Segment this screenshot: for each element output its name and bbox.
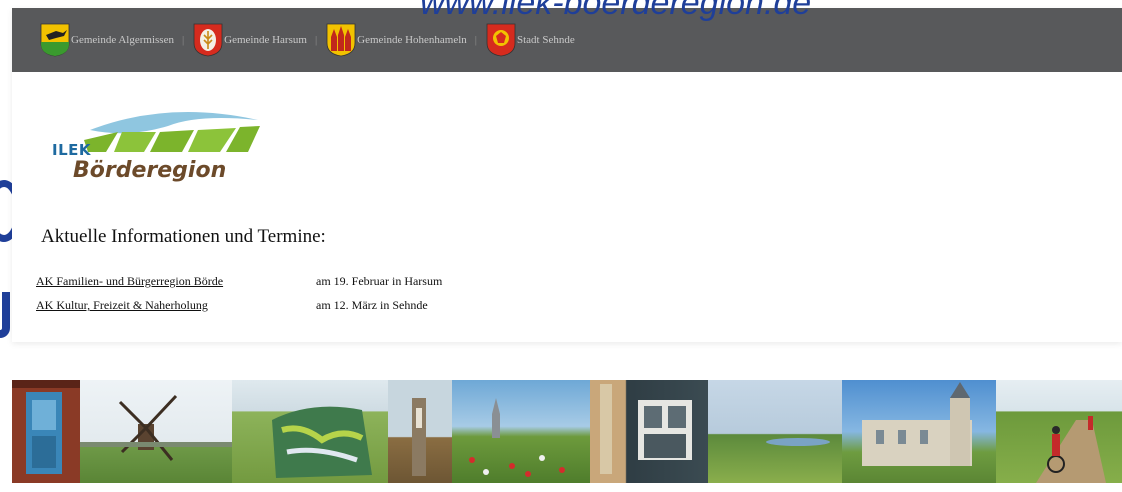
website-url-overlay: www.ilek-boerderegion.de xyxy=(420,0,812,22)
nav-separator: | xyxy=(181,34,185,46)
event-link-familien[interactable]: AK Familien- und Bürgerregion Börde xyxy=(36,274,223,289)
photo-gallery-strip xyxy=(12,380,1122,483)
algermissen-crest-icon xyxy=(40,23,70,57)
baroque-church-graphic xyxy=(862,382,972,466)
photo-wetland xyxy=(708,380,842,483)
ilek-logo[interactable]: ILEK Börderegion xyxy=(48,108,268,192)
event-detail: am 19. Februar in Harsum xyxy=(316,274,443,288)
photo-stele xyxy=(388,380,452,483)
event-link-kultur[interactable]: AK Kultur, Freizeit & Naherholung xyxy=(36,298,208,313)
photo-baroque-church xyxy=(842,380,996,483)
edge-glyph-fragment xyxy=(0,292,10,338)
sehnde-crest-icon xyxy=(486,23,516,57)
photo-windmill xyxy=(80,380,232,483)
nav-link-sehnde[interactable]: Stadt Sehnde xyxy=(486,23,575,57)
logo-region-text: Börderegion xyxy=(73,158,227,183)
photo-cyclists xyxy=(996,380,1122,483)
nav-link-label: Gemeinde Hohenhameln xyxy=(357,34,467,46)
nav-link-harsum[interactable]: Gemeinde Harsum xyxy=(193,23,307,57)
photo-shop-front xyxy=(590,380,708,483)
shop-front-graphic xyxy=(600,384,692,474)
stele-graphic xyxy=(412,398,426,476)
event-detail: am 12. März in Sehnde xyxy=(316,298,428,312)
graffiti-graphic xyxy=(272,406,372,478)
logo-ilek-text: ILEK xyxy=(52,141,92,159)
cyclists-graphic xyxy=(1036,416,1106,483)
section-heading: Aktuelle Informationen und Termine: xyxy=(41,226,326,247)
harsum-crest-icon xyxy=(193,23,223,57)
nav-link-label: Gemeinde Harsum xyxy=(224,34,307,46)
nav-separator: | xyxy=(474,34,477,46)
windmill-graphic xyxy=(80,394,232,461)
photo-church-flowers xyxy=(452,380,590,483)
nav-link-algermissen[interactable]: Gemeinde Algermissen xyxy=(40,23,174,57)
webpage-panel: Gemeinde Algermissen | Gemeinde Harsum |… xyxy=(12,8,1122,342)
timber-frame-graphic xyxy=(12,380,80,474)
nav-link-label: Gemeinde Algermissen xyxy=(71,34,174,46)
photo-timber-house xyxy=(12,380,80,483)
photo-graffiti-wall xyxy=(232,380,388,483)
hohenhameln-crest-icon xyxy=(326,23,356,57)
nav-separator: | xyxy=(314,34,318,46)
nav-link-label: Stadt Sehnde xyxy=(517,34,575,46)
church-flowers-graphic xyxy=(469,398,565,477)
nav-link-hohenhameln[interactable]: Gemeinde Hohenhameln xyxy=(326,23,467,57)
wetland-graphic xyxy=(766,438,830,446)
